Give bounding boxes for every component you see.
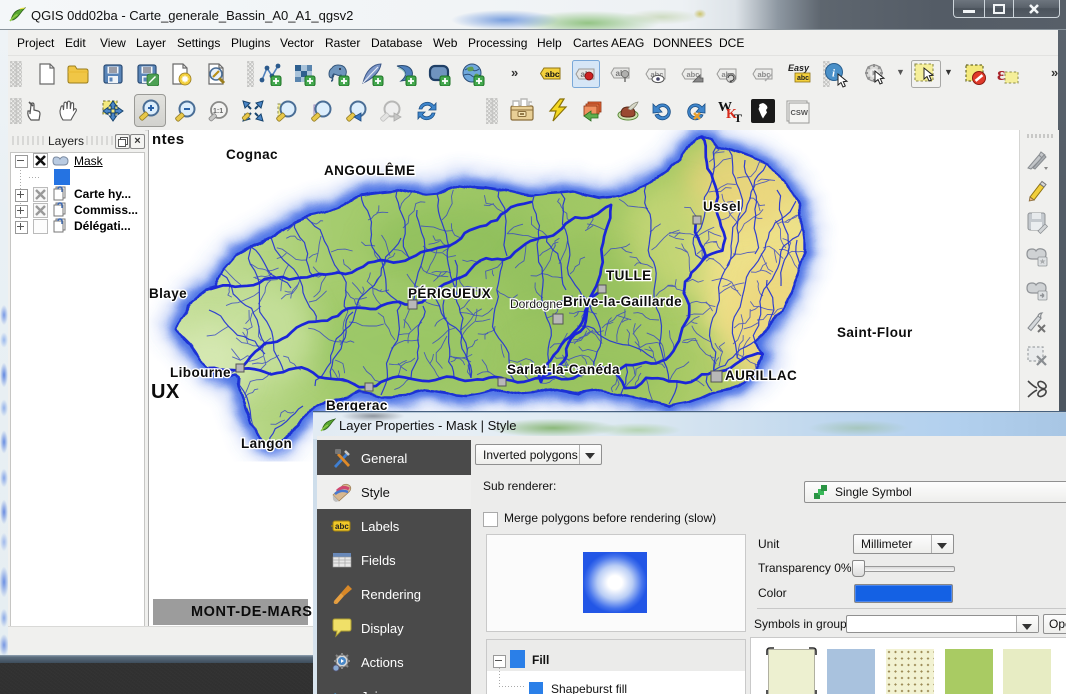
svg-text:MONT-DE-MARSA: MONT-DE-MARSA — [191, 604, 324, 620]
svg-text:Libourne: Libourne — [170, 365, 231, 380]
svg-text:TULLE: TULLE — [606, 268, 652, 283]
svg-text:T: T — [734, 111, 742, 123]
svg-text:abc: abc — [335, 522, 349, 531]
svg-text:ε: ε — [997, 64, 1005, 85]
svg-text:AURILLAC: AURILLAC — [725, 368, 797, 383]
svg-text:UX: UX — [151, 381, 180, 403]
svg-text:Ussel: Ussel — [703, 199, 741, 214]
svg-text:ntes: ntes — [152, 131, 184, 148]
svg-text:Easy: Easy — [788, 63, 810, 73]
svg-text:Dordogne: Dordogne — [510, 297, 563, 311]
svg-text:Sarlat-la-Canéda: Sarlat-la-Canéda — [507, 362, 620, 377]
svg-text:Blaye: Blaye — [149, 286, 187, 301]
svg-text:Brive-la-Gaillarde: Brive-la-Gaillarde — [563, 294, 682, 309]
svg-text:Saint-Flour: Saint-Flour — [837, 325, 913, 340]
svg-text:abc: abc — [797, 75, 809, 82]
svg-text:Cognac: Cognac — [226, 147, 278, 162]
svg-text:CSW: CSW — [791, 108, 809, 117]
svg-text:ANGOULÊME: ANGOULÊME — [324, 163, 415, 178]
svg-text:Langon: Langon — [241, 436, 292, 451]
svg-text:PÉRIGUEUX: PÉRIGUEUX — [408, 286, 491, 301]
